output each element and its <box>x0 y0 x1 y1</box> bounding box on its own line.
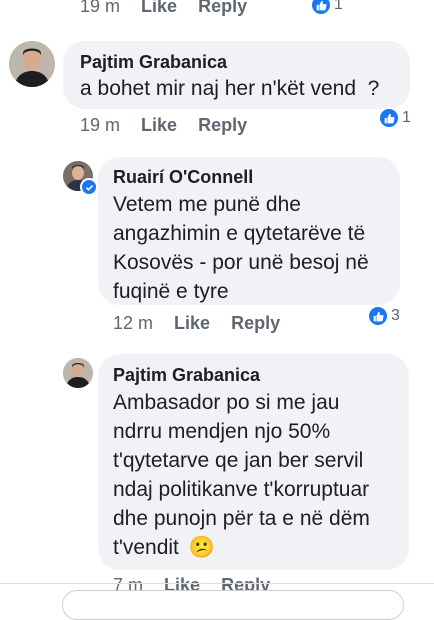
comment-text-line-last: t'vendit 😕 <box>113 533 370 562</box>
reaction-count: 1 <box>334 0 343 13</box>
thumbs-up-icon <box>310 0 332 16</box>
reaction-summary[interactable]: 1 <box>378 107 411 129</box>
comment-text-line: t'qytetarve qe jan ber servil <box>113 449 364 472</box>
comment-meta: 19 m Like Reply <box>80 115 247 136</box>
reply-link[interactable]: Reply <box>198 0 247 16</box>
avatar-pajtim[interactable] <box>63 358 93 388</box>
comment-text: Ambasador po si me jau ndrru mendjen njo… <box>113 388 370 562</box>
reaction-summary[interactable]: 3 <box>367 305 400 327</box>
reply-composer-input[interactable] <box>62 590 404 620</box>
verified-badge-icon <box>80 178 98 196</box>
reaction-count: 3 <box>391 307 400 324</box>
like-link[interactable]: Like <box>174 313 210 333</box>
comment-author[interactable]: Pajtim Grabanica <box>80 52 227 73</box>
comment-meta-top: 19 m Like Reply <box>80 0 247 17</box>
reaction-summary-top[interactable]: 1 <box>310 0 343 16</box>
comment-text: Vetem me punë dhe angazhimin e qytetarëv… <box>113 190 369 306</box>
comment-text-line: fuqinë e tyre <box>113 280 229 303</box>
comment-text-line: dhe punojn për ta e në dëm <box>113 507 370 530</box>
comment-text-line: Ambasador po si me jau <box>113 391 340 414</box>
confused-face-emoji: 😕 <box>188 536 215 559</box>
avatar-pajtim[interactable] <box>9 41 55 87</box>
divider <box>0 583 434 584</box>
thumbs-up-icon <box>378 107 400 129</box>
comment-author[interactable]: Ruairí O'Connell <box>113 167 253 188</box>
comment-time: 19 m <box>80 0 121 16</box>
reply-link[interactable]: Reply <box>231 313 280 333</box>
comment-text-line: angazhimin e qytetarëve të <box>113 222 366 245</box>
comment-time: 19 m <box>80 115 121 135</box>
comment-text-line: t'vendit <box>113 536 179 559</box>
comment-text-line: Kosovës - por unë besoj në <box>113 251 369 274</box>
comment-time: 12 m <box>113 313 154 333</box>
comment-text: a bohet mir naj her n'kët vend ? <box>80 77 380 100</box>
reaction-count: 1 <box>402 109 411 126</box>
comment-author[interactable]: Pajtim Grabanica <box>113 365 260 386</box>
like-link[interactable]: Like <box>141 0 177 16</box>
comment-text-line: Vetem me punë dhe <box>113 193 301 216</box>
like-link[interactable]: Like <box>141 115 177 135</box>
comment-text-line: ndaj politikanve t'korruptuar <box>113 478 370 501</box>
comment-text-line: ndrru mendjen njo 50% <box>113 420 331 443</box>
thumbs-up-icon <box>367 305 389 327</box>
reply-link[interactable]: Reply <box>198 115 247 135</box>
comment-meta: 12 m Like Reply <box>113 313 280 334</box>
